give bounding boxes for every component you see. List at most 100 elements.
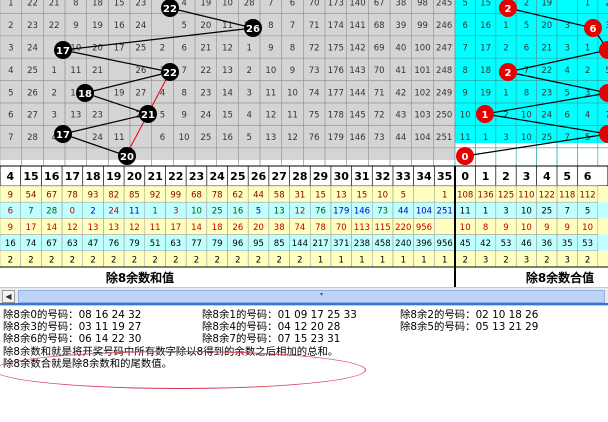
stat-value: 3: [524, 255, 529, 265]
stat-value: 96: [232, 239, 243, 249]
header-label: 33: [396, 170, 411, 183]
header-label: 32: [375, 170, 390, 183]
stat-value: 62: [232, 191, 243, 201]
header-label: 24: [210, 170, 226, 183]
grid-value: 103: [414, 111, 430, 121]
grid-value: 15: [222, 111, 233, 121]
grid-value: 8: [290, 44, 295, 54]
grid-value: 3: [503, 133, 508, 143]
grid-value: 39: [395, 21, 406, 31]
grid-value: 28: [244, 0, 255, 9]
grid-value: 1: [483, 133, 488, 143]
header-label: 2: [502, 170, 510, 183]
stat-value: 10: [377, 191, 388, 201]
stat-value: 78: [315, 223, 326, 233]
stat-value: 45: [460, 239, 471, 249]
grid-value: 5: [524, 21, 529, 31]
stat-value: 956: [437, 239, 453, 249]
grid-value: 69: [374, 44, 385, 54]
grid-value: 17: [480, 44, 491, 54]
stat-value: 3: [483, 255, 488, 265]
stat-value: 99: [170, 191, 181, 201]
grid-value: 6: [8, 111, 13, 121]
stat-value: 2: [544, 255, 549, 265]
stat-value: 25: [212, 207, 223, 217]
grid-value: 10: [222, 0, 233, 9]
stat-value: 85: [274, 239, 285, 249]
grid-value: 5: [585, 133, 590, 143]
grid-value: 11: [114, 133, 125, 143]
stat-value: 68: [191, 191, 202, 201]
stat-value: 58: [274, 191, 285, 201]
header-label: 29: [313, 170, 328, 183]
stat-value: 79: [212, 239, 223, 249]
header-label: 27: [272, 170, 287, 183]
stat-value: 2: [132, 255, 137, 265]
header-label: 0: [461, 170, 469, 183]
grid-value: 71: [309, 21, 320, 31]
stat-value: 2: [297, 255, 302, 265]
remainder-group-3: 除8余3的号码：03 11 19 27: [3, 321, 142, 334]
grid-value: 7: [564, 133, 569, 143]
footer-row: [0, 267, 608, 287]
grid-value: 23: [541, 88, 552, 98]
grid-value: 71: [374, 88, 385, 98]
draw-ball-label: 2: [505, 68, 512, 79]
stat-value: 136: [477, 191, 493, 201]
grid-value: 100: [414, 44, 430, 54]
grid-value: 144: [349, 88, 365, 98]
stat-value: 16: [5, 239, 16, 249]
header-label: 19: [106, 170, 121, 183]
draw-ball-label: 26: [246, 24, 260, 35]
stat-value: 956: [416, 223, 432, 233]
header-label: 3: [523, 170, 531, 183]
header-label: 4: [543, 170, 551, 183]
header-label: 4: [7, 170, 15, 183]
stat-value: 104: [416, 207, 432, 217]
grid-value: 16: [222, 133, 233, 143]
stat-value: 16: [232, 207, 243, 217]
grid-value: 173: [328, 0, 344, 9]
stat-value: 11: [129, 207, 140, 217]
stat-value: 1: [359, 255, 364, 265]
grid-value: 10: [460, 111, 471, 121]
stat-value: 5: [401, 191, 406, 201]
scroll-thumb[interactable]: [18, 290, 605, 303]
grid-value: 20: [541, 21, 552, 31]
horizontal-scrollbar[interactable]: ◀ ▾: [0, 287, 608, 306]
stat-value: 38: [274, 223, 285, 233]
stat-value: 95: [253, 239, 264, 249]
grid-value: 4: [564, 66, 569, 76]
stat-value: 1: [421, 255, 426, 265]
stat-value: 2: [90, 255, 95, 265]
stat-value: 9: [8, 191, 13, 201]
stat-value: 92: [150, 191, 161, 201]
header-label: 25: [230, 170, 245, 183]
grid-value: 5: [246, 133, 251, 143]
header-label: 18: [85, 170, 100, 183]
grid-value: 7: [181, 66, 186, 76]
stat-value: 220: [395, 223, 411, 233]
grid-value: 99: [417, 21, 428, 31]
draw-ball-label: 18: [78, 89, 92, 100]
grid-value: 68: [374, 21, 385, 31]
stat-value: 47: [88, 239, 99, 249]
grid-value: 27: [27, 111, 38, 121]
grid-value: 4: [8, 66, 13, 76]
draw-ball-label: 21: [141, 110, 155, 121]
grid-value: 23: [200, 88, 211, 98]
grid-value: 98: [417, 0, 428, 9]
grid-value: 3: [564, 44, 569, 54]
grid-value: 5: [564, 88, 569, 98]
stat-value: 26: [232, 223, 243, 233]
stat-value: 82: [108, 191, 119, 201]
stat-value: 15: [357, 191, 368, 201]
grid-value: 2: [585, 66, 590, 76]
stat-value: 2: [152, 255, 157, 265]
scroll-left-arrow-icon[interactable]: ◀: [2, 290, 15, 303]
stat-value: 25: [541, 207, 552, 217]
grid-value: 7: [462, 44, 467, 54]
grid-value: 8: [524, 88, 529, 98]
header-label: 5: [563, 170, 571, 183]
grid-value: 12: [222, 44, 233, 54]
